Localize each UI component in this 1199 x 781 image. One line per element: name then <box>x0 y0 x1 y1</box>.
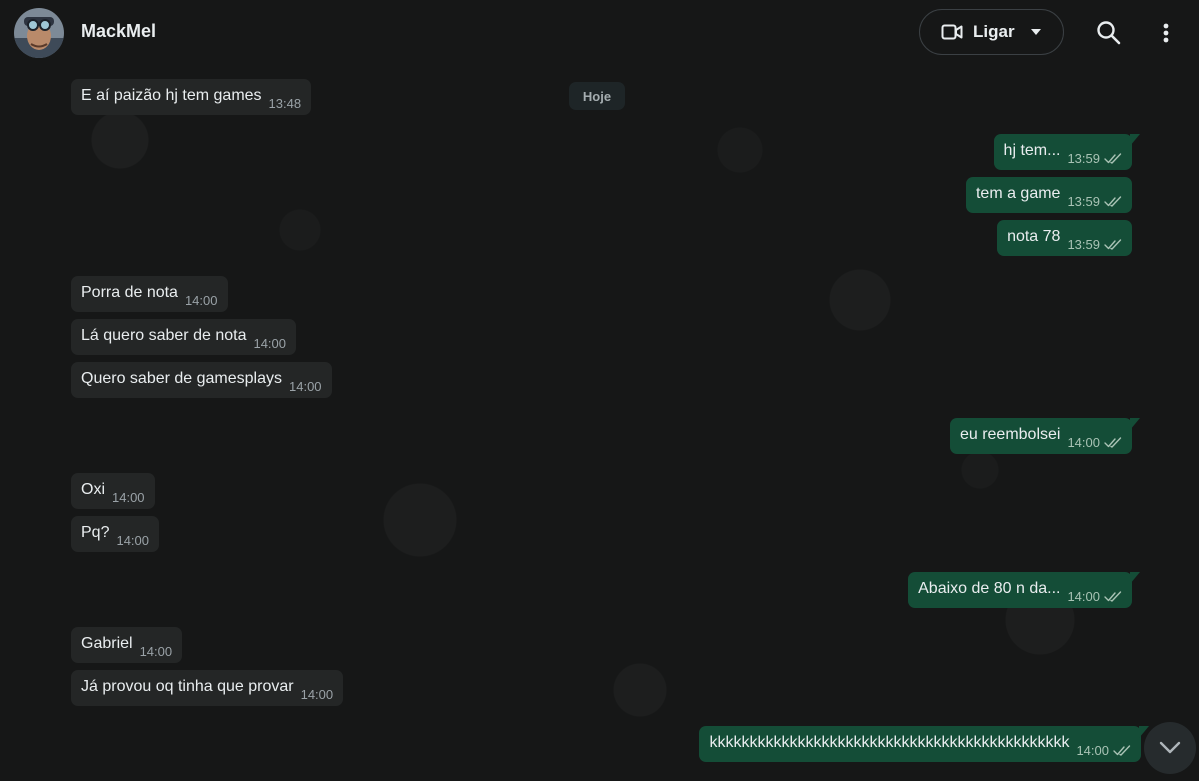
date-chip: Hoje <box>569 82 625 110</box>
avatar[interactable] <box>14 8 64 58</box>
bubble-tail <box>1130 418 1140 430</box>
message-text: Pq? <box>81 524 110 541</box>
menu-dots-icon <box>1163 23 1169 43</box>
message-outgoing[interactable]: tem a game 13:59 <box>965 177 1132 213</box>
message-outgoing[interactable]: eu reembolsei 14:00 <box>949 418 1140 454</box>
message-text: Porra de nota <box>81 284 178 301</box>
chat-header: MackMel Ligar <box>0 0 1199 66</box>
message-time: 13:48 <box>268 95 302 111</box>
double-check-icon <box>1104 195 1122 207</box>
message-time: 14:00 <box>1076 742 1109 758</box>
message-time: 14:00 <box>139 643 173 659</box>
caret-down-icon <box>1030 29 1041 35</box>
message-incoming[interactable]: Oxi 14:00 <box>71 473 155 509</box>
message-time: 14:00 <box>300 686 334 702</box>
message-incoming[interactable]: Já provou oq tinha que provar 14:00 <box>71 670 344 706</box>
message-time: 14:00 <box>184 292 218 308</box>
message-time: 13:59 <box>1067 150 1100 166</box>
bubble-tail <box>1130 572 1140 584</box>
search-icon <box>1097 21 1121 45</box>
menu-button[interactable] <box>1154 18 1178 48</box>
message-incoming[interactable]: Gabriel 14:00 <box>71 627 183 663</box>
message-text: eu reembolsei <box>959 426 1061 443</box>
message-outgoing[interactable]: nota 78 13:59 <box>997 220 1132 256</box>
double-check-icon <box>1104 436 1122 448</box>
message-text: Lá quero saber de nota <box>81 327 247 344</box>
message-text: Gabriel <box>81 635 133 652</box>
message-incoming[interactable]: Lá quero saber de nota 14:00 <box>71 319 297 355</box>
message-time: 13:59 <box>1067 236 1100 252</box>
message-outgoing[interactable]: kkkkkkkkkkkkkkkkkkkkkkkkkkkkkkkkkkkkkkkk… <box>699 726 1149 762</box>
double-check-icon <box>1104 238 1122 250</box>
message-time: 14:00 <box>253 335 287 351</box>
message-text: Abaixo de 80 n da... <box>918 580 1061 597</box>
message-outgoing[interactable]: hj tem... 13:59 <box>993 134 1140 170</box>
video-icon <box>941 24 963 40</box>
message-incoming[interactable]: Porra de nota 14:00 <box>71 276 228 312</box>
contact-name[interactable]: MackMel <box>81 21 156 42</box>
message-text: Oxi <box>81 481 105 498</box>
message-time: 14:00 <box>1067 588 1100 604</box>
message-text: tem a game <box>975 185 1061 202</box>
message-text: E aí paizão hj tem games <box>81 87 262 104</box>
message-time: 14:00 <box>112 489 145 505</box>
message-incoming[interactable]: Quero saber de gamesplays 14:00 <box>71 362 332 398</box>
message-text: hj tem... <box>1003 142 1061 159</box>
bubble-tail <box>1130 134 1140 146</box>
call-label: Ligar <box>973 22 1015 41</box>
chat-window: MackMel Ligar Hoje E aí paizão hj tem ga… <box>0 0 1199 781</box>
double-check-icon <box>1104 590 1122 602</box>
message-time: 14:00 <box>116 532 150 548</box>
message-time: 14:00 <box>289 378 322 394</box>
message-time: 13:59 <box>1067 193 1100 209</box>
call-button[interactable]: Ligar <box>919 9 1064 55</box>
message-incoming[interactable]: Pq? 14:00 <box>71 516 160 552</box>
scroll-down-button[interactable] <box>1144 722 1196 774</box>
message-time: 14:00 <box>1067 434 1100 450</box>
message-text: Quero saber de gamesplays <box>81 370 282 387</box>
message-text: nota 78 <box>1007 228 1061 245</box>
message-incoming[interactable]: E aí paizão hj tem games 13:48 <box>71 79 312 115</box>
message-text: kkkkkkkkkkkkkkkkkkkkkkkkkkkkkkkkkkkkkkkk… <box>709 734 1070 751</box>
double-check-icon <box>1113 744 1131 756</box>
message-outgoing[interactable]: Abaixo de 80 n da... 14:00 <box>908 572 1140 608</box>
double-check-icon <box>1104 152 1122 164</box>
search-button[interactable] <box>1094 18 1124 48</box>
chevron-down-icon <box>1159 741 1181 754</box>
message-text: Já provou oq tinha que provar <box>81 678 294 695</box>
